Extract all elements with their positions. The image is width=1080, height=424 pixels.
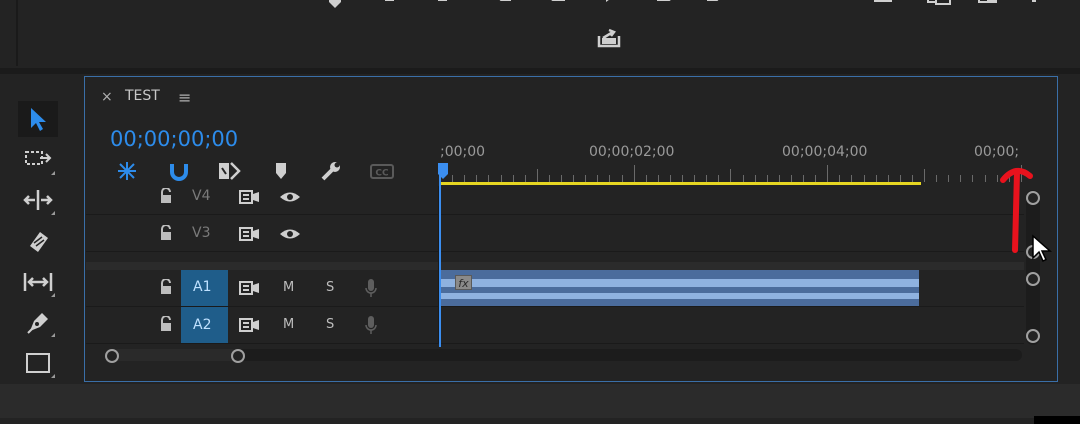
comparison-icon[interactable] (924, 0, 951, 10)
track-separator (86, 343, 1024, 344)
sync-lock-icon[interactable] (239, 226, 261, 242)
extract-icon[interactable] (818, 0, 838, 10)
lock-icon[interactable] (159, 188, 173, 204)
marker-icon (276, 163, 286, 179)
go-to-out-icon[interactable] (704, 0, 724, 10)
eye-icon[interactable] (279, 227, 301, 241)
pen-icon (27, 313, 48, 334)
nest-toggle[interactable] (114, 160, 140, 182)
zoom-handle-right[interactable] (231, 349, 245, 363)
audio-clip[interactable] (441, 270, 919, 306)
mute-button[interactable]: M (283, 317, 294, 332)
timeline-panel (84, 76, 1058, 382)
slip-tool[interactable] (18, 264, 58, 300)
razor-icon (30, 232, 48, 252)
playhead-line[interactable] (439, 172, 441, 347)
snap-toggle[interactable] (166, 160, 192, 182)
lock-icon[interactable] (159, 279, 173, 295)
mute-button[interactable]: M (283, 280, 294, 295)
captions-icon: CC (370, 164, 394, 179)
mark-in-icon[interactable] (380, 0, 400, 10)
playhead-handle[interactable] (438, 163, 448, 179)
close-tab-button[interactable]: × (101, 89, 113, 105)
track-separator (86, 251, 1024, 252)
nest-icon (118, 162, 136, 180)
eye-icon[interactable] (279, 190, 301, 204)
mouse-cursor-icon (1031, 234, 1053, 264)
ripple-edit-tool[interactable] (18, 182, 58, 218)
lock-icon[interactable] (159, 225, 173, 241)
track-name: A1 (193, 279, 212, 295)
track-name: V4 (192, 188, 211, 204)
linked-selection-icon (219, 162, 241, 180)
clip-waveform-band (441, 293, 919, 299)
step-back-icon[interactable] (548, 0, 568, 10)
ruler-label: 00;00;04;00 (782, 144, 868, 160)
microphone-icon[interactable] (364, 315, 378, 335)
sequence-tab-title[interactable]: TEST (125, 88, 160, 104)
panel-menu-icon[interactable]: ≡ (178, 88, 191, 107)
sync-lock-icon[interactable] (239, 189, 261, 205)
svg-text:CC: CC (375, 169, 389, 179)
selection-tool[interactable] (18, 101, 58, 137)
track-name: V3 (192, 225, 211, 241)
track-name: A2 (193, 317, 212, 333)
time-ruler[interactable] (440, 165, 1025, 183)
solo-button[interactable]: S (326, 317, 334, 332)
step-forward-icon[interactable] (654, 0, 674, 10)
microphone-icon[interactable] (364, 278, 378, 298)
more-icon[interactable] (1026, 0, 1046, 10)
annotation-arrow-icon (1000, 158, 1034, 254)
audio-scroll-handle-bottom[interactable] (1026, 329, 1040, 343)
zoom-scroll-thumb[interactable] (112, 349, 238, 361)
captions[interactable]: CC (368, 160, 394, 182)
export-frame-icon[interactable] (872, 0, 892, 10)
razor-tool[interactable] (18, 223, 58, 259)
wrench-icon (321, 162, 340, 181)
play-icon[interactable] (602, 0, 622, 10)
magnet-icon (170, 164, 188, 181)
rectangle-tool[interactable] (18, 345, 58, 381)
screen-edge (1034, 416, 1080, 424)
tools-panel (0, 76, 80, 384)
zoom-handle-left[interactable] (105, 349, 119, 363)
sync-lock-icon[interactable] (239, 317, 261, 333)
rectangle-icon (26, 353, 50, 373)
program-monitor-controls (0, 0, 1080, 70)
work-area-bar[interactable] (440, 182, 921, 185)
add-marker[interactable] (268, 160, 294, 182)
solo-button[interactable]: S (326, 280, 334, 295)
sync-lock-icon[interactable] (239, 280, 261, 296)
track-select-tool[interactable] (18, 142, 58, 178)
add-marker-icon[interactable] (325, 0, 345, 10)
lock-icon[interactable] (159, 316, 173, 332)
linked-selection[interactable] (216, 160, 242, 182)
trim-icon[interactable] (976, 0, 997, 10)
pen-tool[interactable] (18, 304, 58, 340)
ruler-label: 00;00;02;00 (589, 144, 675, 160)
slip-icon (23, 273, 53, 291)
panel-divider (16, 0, 18, 66)
ripple-edit-icon (23, 190, 53, 210)
mark-out-icon[interactable] (432, 0, 452, 10)
playhead-timecode[interactable]: 00;00;00;00 (110, 127, 238, 151)
audio-scroll-handle-top[interactable] (1026, 272, 1040, 286)
arrow-cursor-icon (31, 108, 46, 131)
track-select-icon (25, 151, 52, 165)
ruler-label: ;00;00 (440, 144, 486, 160)
share-icon[interactable] (596, 26, 622, 48)
lift-icon[interactable] (764, 0, 784, 10)
panel-separator (0, 68, 1080, 74)
fx-badge[interactable]: fx (455, 275, 472, 290)
track-separator (86, 214, 1024, 215)
horizontal-zoom-scrollbar[interactable] (112, 349, 1022, 361)
go-to-in-icon[interactable] (494, 0, 514, 10)
status-bar (0, 384, 1080, 418)
clip-waveform-band (441, 279, 919, 287)
video-audio-divider[interactable] (86, 262, 1024, 270)
timeline-settings[interactable] (318, 160, 344, 182)
